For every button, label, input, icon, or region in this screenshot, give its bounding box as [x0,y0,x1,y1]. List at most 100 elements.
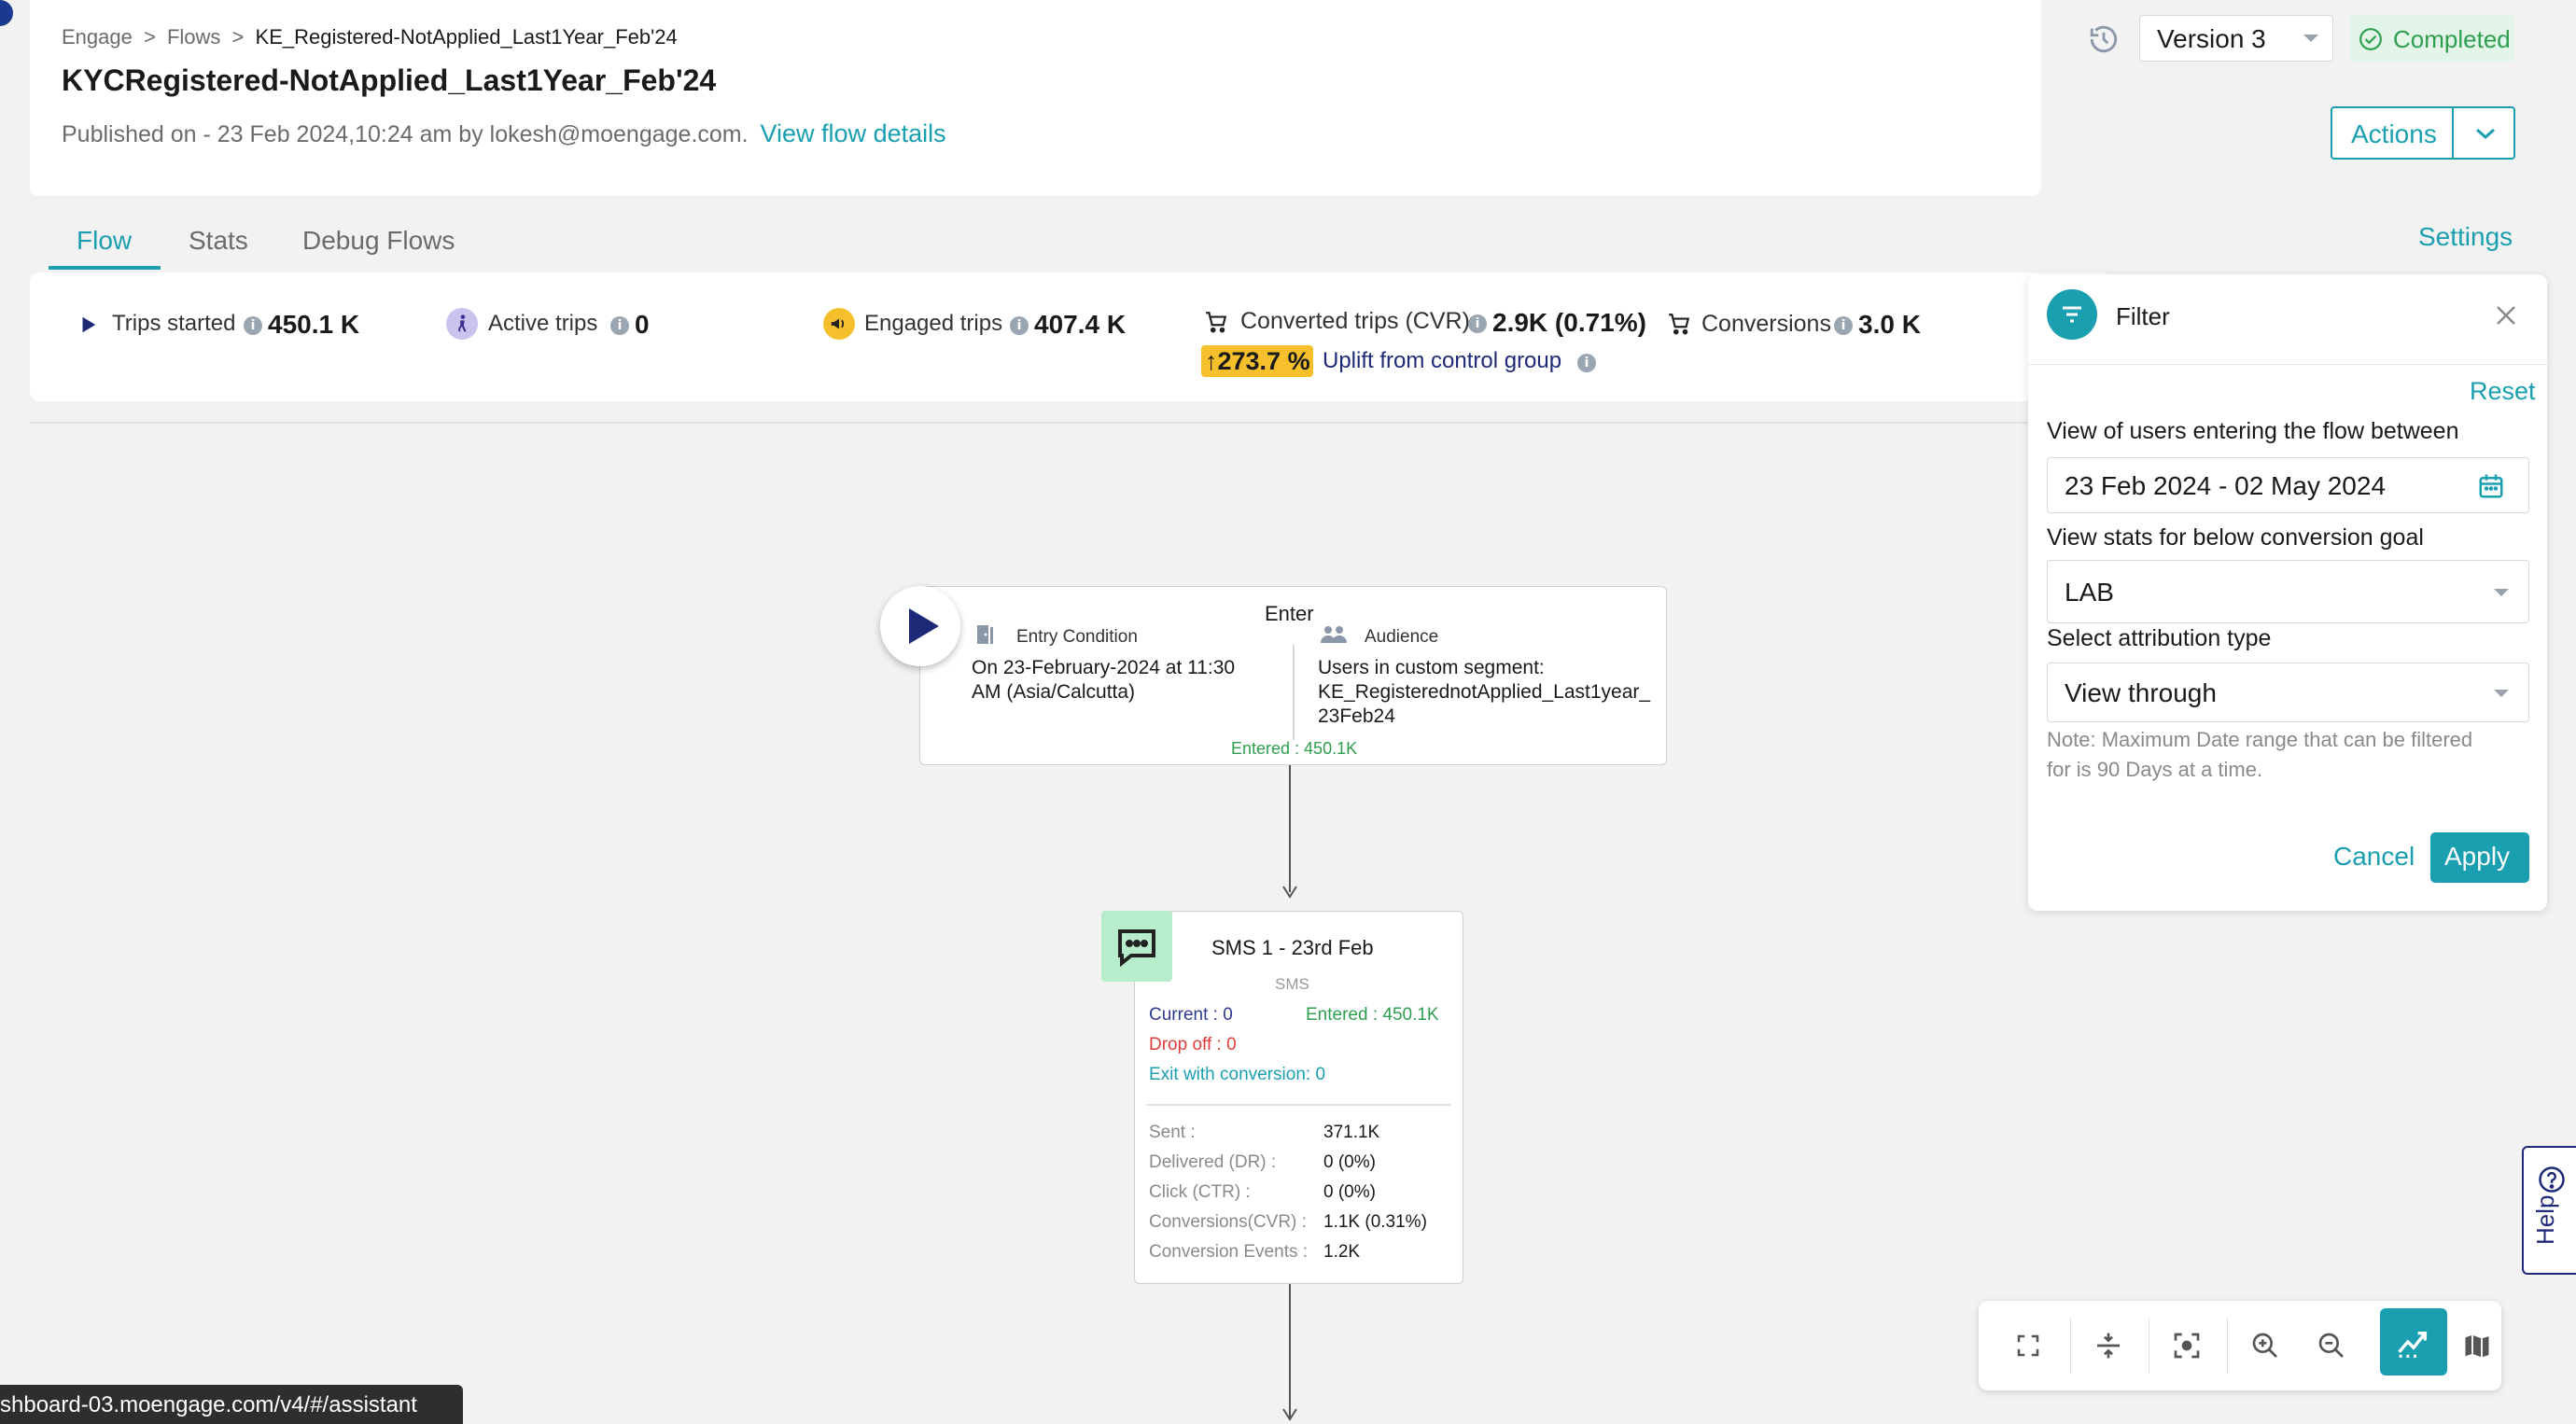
sms-node[interactable]: SMS 1 - 23rd Feb SMS Current : 0 Entered… [1134,911,1463,1284]
cancel-button[interactable]: Cancel [2333,842,2415,872]
focus-icon[interactable] [2154,1313,2219,1378]
status-bar: shboard-03.moengage.com/v4/#/assistant [0,1385,463,1424]
close-icon[interactable] [2491,300,2521,330]
view-flow-details-link[interactable]: View flow details [761,119,946,147]
zoom-in-icon[interactable] [2233,1313,2298,1378]
breadcrumb-separator: > [143,25,156,49]
breadcrumb-engage[interactable]: Engage [62,25,133,49]
audience-text-1: Users in custom segment: [1318,657,1545,678]
help-button[interactable]: Help [2522,1146,2576,1275]
fullscreen-icon[interactable] [1995,1313,2061,1378]
enter-node-title: Enter [1265,602,1314,625]
zoom-out-icon[interactable] [2299,1313,2364,1378]
sms-metric-label: Conversions(CVR) : [1149,1212,1307,1232]
info-icon[interactable]: i [610,316,629,335]
sms-metric-label: Conversion Events : [1149,1242,1309,1262]
calendar-icon[interactable] [2473,469,2509,503]
fit-vertical-icon[interactable] [2076,1313,2141,1378]
door-icon [973,622,997,647]
engaged-trips-value: 407.4 K [1034,310,1127,339]
chart-icon[interactable] [2380,1308,2447,1375]
attribution-type-select[interactable]: View through [2047,663,2529,722]
arrow-head [1282,1408,1297,1421]
sidebar-edge [0,0,13,26]
cart-icon [1665,310,1693,338]
filter-title: Filter [2116,302,2170,330]
attribution-type-value: View through [2065,678,2217,707]
tab-flow[interactable]: Flow [77,226,132,256]
filter-header-divider [2028,364,2547,365]
connector-line [1289,765,1291,892]
date-range-value: 23 Feb 2024 - 02 May 2024 [2065,471,2387,500]
enter-node-divider [1293,645,1295,740]
entry-condition-label: Entry Condition [1016,627,1138,647]
version-select[interactable]: Version 3 [2139,15,2333,62]
attribution-type-label: Select attribution type [2047,625,2272,651]
sms-metric-value: 0 (0%) [1323,1182,1376,1202]
audience-label: Audience [1365,627,1439,647]
conversion-goal-label: View stats for below conversion goal [2047,524,2424,551]
sms-current: Current : 0 [1149,1005,1233,1025]
conversions-value: 3.0 K [1858,310,1921,339]
actions-label: Actions [2351,119,2437,148]
sms-node-title: SMS 1 - 23rd Feb [1211,936,1374,959]
help-icon [2537,1165,2567,1194]
published-text: Published on - 23 Feb 2024,10:24 am by l… [62,121,749,147]
info-icon[interactable]: i [1834,316,1853,335]
control-divider [2227,1318,2228,1374]
audience-text-2: KE_RegisterednotApplied_Last1year_ [1318,681,1651,703]
sms-drop-off: Drop off : 0 [1149,1035,1237,1054]
apply-label: Apply [2444,842,2511,871]
conversion-goal-select[interactable]: LAB [2047,560,2529,623]
uplift-value: ↑273.7 % [1205,347,1310,375]
trips-started-label: Trips started [112,311,236,336]
breadcrumb-separator: > [231,25,245,49]
breadcrumb-current: KE_Registered-NotApplied_Last1Year_Feb'2… [255,25,678,49]
message-icon [1101,911,1172,982]
people-icon [1319,622,1349,647]
history-icon[interactable] [2085,21,2122,58]
conversions-label: Conversions [1701,311,1831,337]
trips-started-value: 450.1 K [268,310,360,339]
apply-button[interactable]: Apply [2430,832,2529,883]
actions-button[interactable]: Actions [2331,106,2515,160]
map-icon[interactable] [2458,1313,2496,1378]
audience-text-3: 23Feb24 [1318,705,1395,727]
date-range-note-1: Note: Maximum Date range that can be fil… [2047,728,2473,751]
breadcrumb: Engage > Flows > KE_Registered-NotApplie… [62,25,678,49]
settings-link[interactable]: Settings [2418,222,2513,252]
info-icon[interactable]: i [1010,316,1029,335]
published-info: Published on - 23 Feb 2024,10:24 am by l… [62,119,946,148]
date-range-input[interactable]: 23 Feb 2024 - 02 May 2024 [2047,457,2529,513]
enter-node-entered: Entered : 450.1K [1231,739,1358,758]
tab-active-indicator [49,266,161,270]
converted-trips-value: 2.9K (0.71%) [1492,308,1646,337]
breadcrumb-flows[interactable]: Flows [167,25,220,49]
chevron-down-icon [2490,585,2513,600]
tab-debug-flows[interactable]: Debug Flows [302,226,455,256]
info-icon[interactable]: i [244,316,262,335]
chevron-down-icon[interactable] [2459,119,2512,147]
info-icon[interactable]: i [1468,314,1487,333]
megaphone-icon [823,308,855,340]
converted-trips-label: Converted trips (CVR) [1240,308,1470,334]
sms-metric-value: 1.2K [1323,1242,1361,1262]
filter-panel: Filter Reset View of users entering the … [2028,274,2547,911]
info-icon[interactable]: i [1577,354,1596,372]
chevron-down-icon [2301,31,2321,46]
sms-node-subtitle: SMS [1275,975,1309,993]
arrow-head [1282,886,1297,899]
status-text: Completed [2393,25,2511,53]
canvas-controls [1979,1301,2501,1390]
filter-reset-link[interactable]: Reset [2470,377,2536,406]
page-title: KYCRegistered-NotApplied_Last1Year_Feb'2… [62,63,717,97]
enter-node[interactable]: Enter Entry Condition On 23-February-202… [919,586,1667,765]
help-label: Help [2531,1194,2559,1245]
tab-stats[interactable]: Stats [189,226,248,256]
entry-condition-text-2: AM (Asia/Calcutta) [972,681,1136,703]
play-button[interactable] [880,586,960,666]
walker-icon [446,308,478,340]
sms-metric-label: Sent : [1149,1123,1196,1142]
play-icon [75,312,101,338]
status-badge: Completed [2350,15,2514,62]
